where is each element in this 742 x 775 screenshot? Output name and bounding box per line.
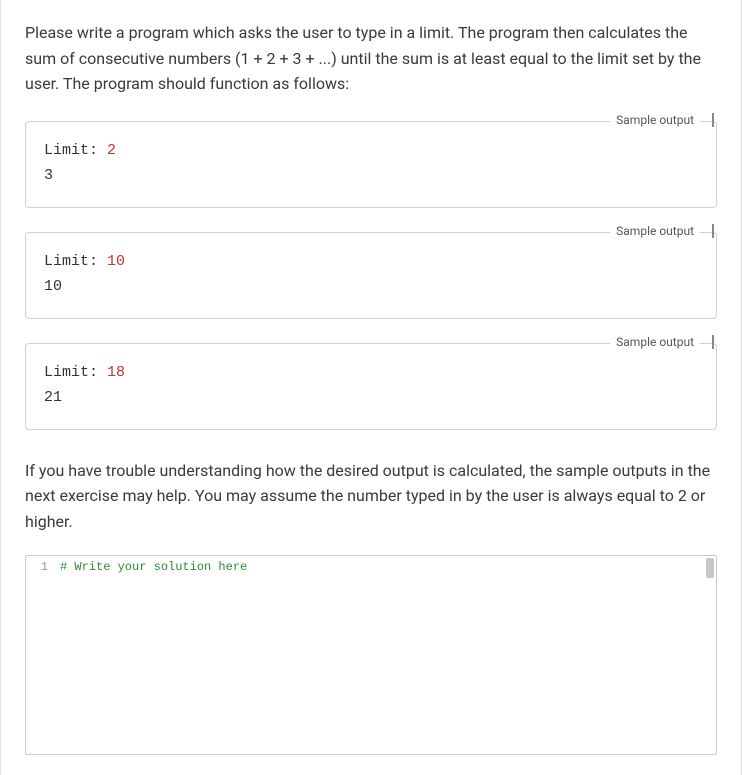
sample-output-label: Sample output (610, 224, 700, 238)
line-number: 1 (26, 560, 60, 574)
sample-output-box-2: Sample output Limit: 10 10 (25, 232, 717, 319)
sample-line-prompt: Limit: 18 (44, 360, 698, 386)
problem-description: Please write a program which asks the us… (25, 20, 717, 97)
sample-line-output: 10 (44, 274, 698, 300)
code-comment: # Write your solution here (60, 560, 716, 574)
scrollbar-thumb[interactable] (706, 558, 714, 578)
sample-user-input: 2 (107, 142, 116, 159)
sample-line-prompt: Limit: 10 (44, 249, 698, 275)
hint-text: If you have trouble understanding how th… (25, 458, 717, 535)
sample-line-output: 21 (44, 385, 698, 411)
sample-output-label: Sample output (610, 113, 700, 127)
editor-line-1[interactable]: 1 # Write your solution here (26, 556, 716, 578)
sample-line-prompt: Limit: 2 (44, 138, 698, 164)
sample-user-input: 18 (107, 364, 125, 381)
code-editor[interactable]: 1 # Write your solution here (25, 555, 717, 755)
sample-line-output: 3 (44, 163, 698, 189)
sample-output-label: Sample output (610, 335, 700, 349)
sample-output-box-1: Sample output Limit: 2 3 (25, 121, 717, 208)
sample-output-box-3: Sample output Limit: 18 21 (25, 343, 717, 430)
sample-user-input: 10 (107, 253, 125, 270)
